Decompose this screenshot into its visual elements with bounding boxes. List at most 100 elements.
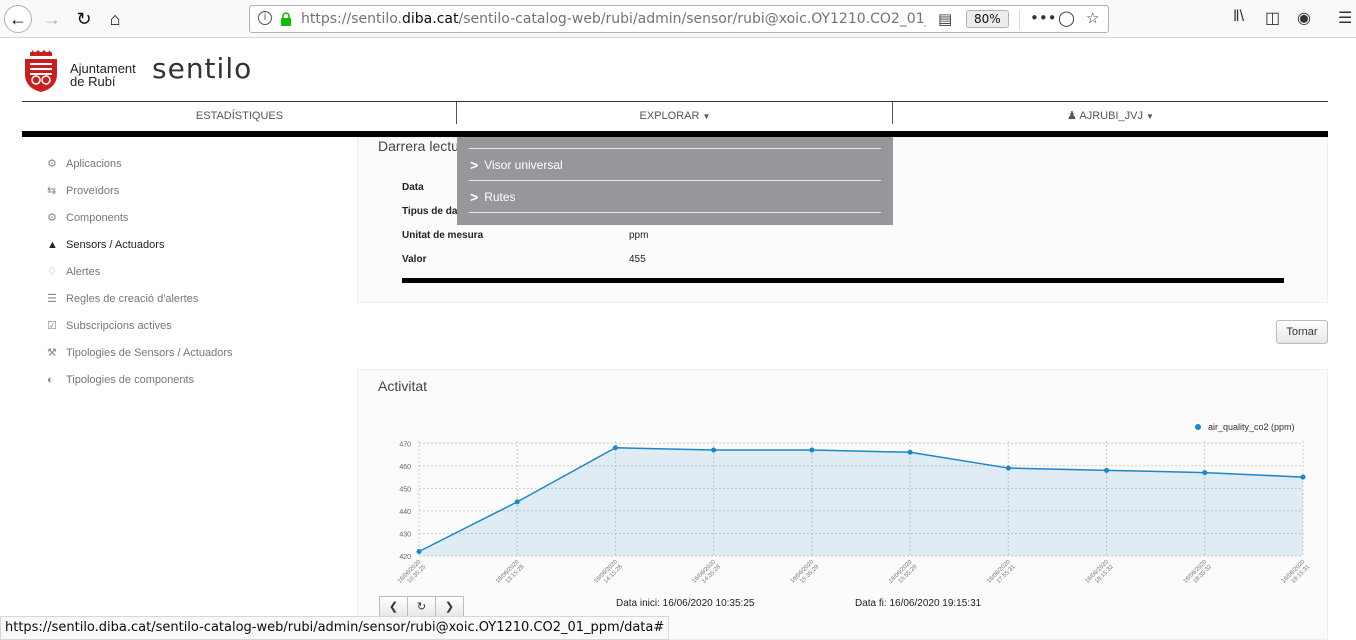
menu-item-visor-universal[interactable]: > Visor universal [470, 157, 563, 173]
sidebar-item-label: Subscripcions actives [66, 319, 172, 332]
sidebar-item-sensors[interactable]: ▲ Sensors / Actuadors [47, 231, 337, 258]
menu-icon[interactable]: ☰ [1338, 8, 1352, 28]
check-icon: ☑ [47, 320, 57, 332]
field-label: Unitat de mesura [402, 230, 484, 241]
cogs-icon: ⚙ [47, 212, 57, 224]
nav-user[interactable]: ♟ AJRUBI_JVJ ▼ [893, 102, 1328, 130]
bell-icon: ♢ [47, 266, 57, 278]
dropdown-divider [469, 212, 881, 213]
sidebar-toggle-icon[interactable]: ◫ [1265, 8, 1280, 28]
x-tick-label: 16/06/202017:55:31 [986, 559, 1017, 585]
chevron-right-icon: ❯ [444, 601, 455, 613]
field-label: Data [402, 182, 424, 193]
menu-item-label: Rutes [484, 190, 516, 204]
library-icon[interactable]: ‖\ [1233, 8, 1244, 26]
forward-arrow-icon[interactable]: → [38, 5, 66, 33]
data-point [907, 449, 913, 455]
gear-icon: ⚙ [47, 158, 57, 170]
wrench-icon: ⚒ [47, 347, 57, 359]
sentilo-logo: sentilo [152, 52, 253, 85]
sidebar-item-tipologies-sensors[interactable]: ⚒ Tipologies de Sensors / Actuadors [47, 339, 337, 366]
sidebar-item-components[interactable]: ⚙ Components [47, 204, 337, 231]
separator [1019, 10, 1020, 30]
caret-down-icon: ▼ [1146, 112, 1154, 121]
reader-view-icon[interactable]: ▤ [938, 10, 952, 28]
field-value: 455 [629, 254, 646, 265]
y-tick-label: 430 [399, 531, 411, 538]
chevron-right-icon: > [470, 189, 479, 205]
x-tick-label: 16/06/202010:35:25 [397, 559, 428, 585]
field-row: Unitat de mesura ppm [402, 230, 1302, 244]
last-reading-title: Darrera lectu [378, 138, 459, 154]
chart-next-button[interactable]: ❯ [435, 596, 464, 618]
reload-icon[interactable]: ↻ [70, 5, 98, 33]
field-value: ppm [629, 230, 649, 241]
chart-refresh-button[interactable]: ↻ [407, 596, 436, 618]
sidebar-item-label: Alertes [66, 265, 101, 278]
sidebar-item-label: Proveïdors [66, 184, 120, 197]
chart-prev-button[interactable]: ❮ [379, 596, 408, 618]
ajuntament-shield-icon [25, 50, 57, 92]
chevron-left-icon: ❮ [388, 601, 399, 613]
x-tick-label: 16/06/202014:15:28 [593, 559, 624, 585]
sidebar-item-tipologies-components[interactable]: ◐ Tipologies de components [47, 366, 337, 393]
nav-estadistiques[interactable]: ESTADÍSTIQUES [22, 102, 457, 130]
data-point [1005, 465, 1011, 471]
legend-marker [1195, 424, 1201, 430]
org-name: Ajuntament de Rubí [70, 61, 136, 89]
nav-explorar-label: EXPLORAR [639, 110, 700, 122]
activity-panel: Activitat 420 430 440 450 460 470 16/06/2020 10… [357, 369, 1328, 640]
sidebar-item-label: Sensors / Actuadors [66, 238, 165, 251]
half-circle-icon: ◐ [47, 373, 54, 386]
x-tick-label: 16/06/202018:35:32 [1183, 559, 1214, 585]
data-point [612, 445, 618, 451]
data-point [1202, 470, 1208, 476]
zoom-badge[interactable]: 80% [966, 10, 1009, 28]
activity-chart: 420 430 440 450 460 470 16/06/202010:35:25 16/0… [397, 422, 1312, 585]
y-tick-label: 440 [399, 509, 411, 516]
top-navigation: ESTADÍSTIQUES EXPLORAR ▼ ♟ AJRUBI_JVJ ▼ [22, 101, 1328, 131]
sidebar-item-proveidors[interactable]: ⇆ Proveïdors [47, 177, 337, 204]
range-start: Data inici: 16/06/2020 10:35:25 [616, 598, 755, 609]
info-icon[interactable]: i [258, 11, 272, 25]
star-icon[interactable]: ☆ [1086, 9, 1099, 27]
sidebar: ⚙ Aplicacions ⇆ Proveïdors ⚙ Components ▲ Se… [47, 150, 337, 393]
url-bar[interactable]: i https://sentilo.diba.cat/sentilo-catal… [249, 5, 1109, 33]
tornar-button[interactable]: Tornar [1276, 320, 1328, 344]
y-tick-label: 470 [399, 441, 411, 448]
data-point [416, 548, 422, 554]
sidebar-item-label: Components [66, 211, 129, 224]
sidebar-item-label: Tipologies de Sensors / Actuadors [66, 346, 233, 359]
flask-icon: ▲ [47, 238, 58, 251]
refresh-icon: ↻ [416, 601, 427, 613]
chevron-right-icon: > [470, 157, 479, 173]
menu-item-rutes[interactable]: > Rutes [470, 189, 516, 205]
sidebar-item-aplicacions[interactable]: ⚙ Aplicacions [47, 150, 337, 177]
sidebar-item-regles[interactable]: ☰ Regles de creació d'alertes [47, 285, 337, 312]
account-icon[interactable]: ◉ [1297, 8, 1311, 28]
series-area [419, 447, 1303, 556]
data-point [1104, 467, 1110, 473]
sidebar-item-alertes[interactable]: ♢ Alertes [47, 258, 337, 285]
sidebar-item-subscripcions[interactable]: ☑ Subscripcions actives [47, 312, 337, 339]
data-point [711, 447, 717, 453]
list-icon: ☰ [47, 293, 57, 305]
url-text[interactable]: https://sentilo.diba.cat/sentilo-catalog… [301, 11, 926, 27]
back-arrow-icon[interactable]: ← [4, 5, 32, 33]
table-bottom-bar [402, 278, 1284, 283]
pocket-icon[interactable]: ◯ [1058, 9, 1075, 27]
caret-down-icon: ▼ [702, 112, 711, 121]
dropdown-divider [469, 180, 881, 181]
x-tick-label: 16/06/202014:35:28 [692, 559, 723, 585]
y-tick-label: 450 [399, 486, 411, 493]
status-bar-url: https://sentilo.diba.cat/sentilo-catalog… [0, 616, 670, 640]
nav-explorar[interactable]: EXPLORAR ▼ [457, 102, 893, 130]
lock-icon[interactable] [280, 12, 292, 26]
nav-user-label: AJRUBI_JVJ [1079, 110, 1143, 122]
field-label: Valor [402, 254, 427, 265]
exchange-icon: ⇆ [47, 185, 57, 197]
more-icon[interactable]: ••• [1030, 9, 1057, 27]
x-tick-label: 16/06/202019:15:31 [1281, 559, 1312, 585]
sidebar-item-label: Aplicacions [66, 157, 122, 170]
home-icon[interactable]: ⌂ [101, 5, 129, 33]
